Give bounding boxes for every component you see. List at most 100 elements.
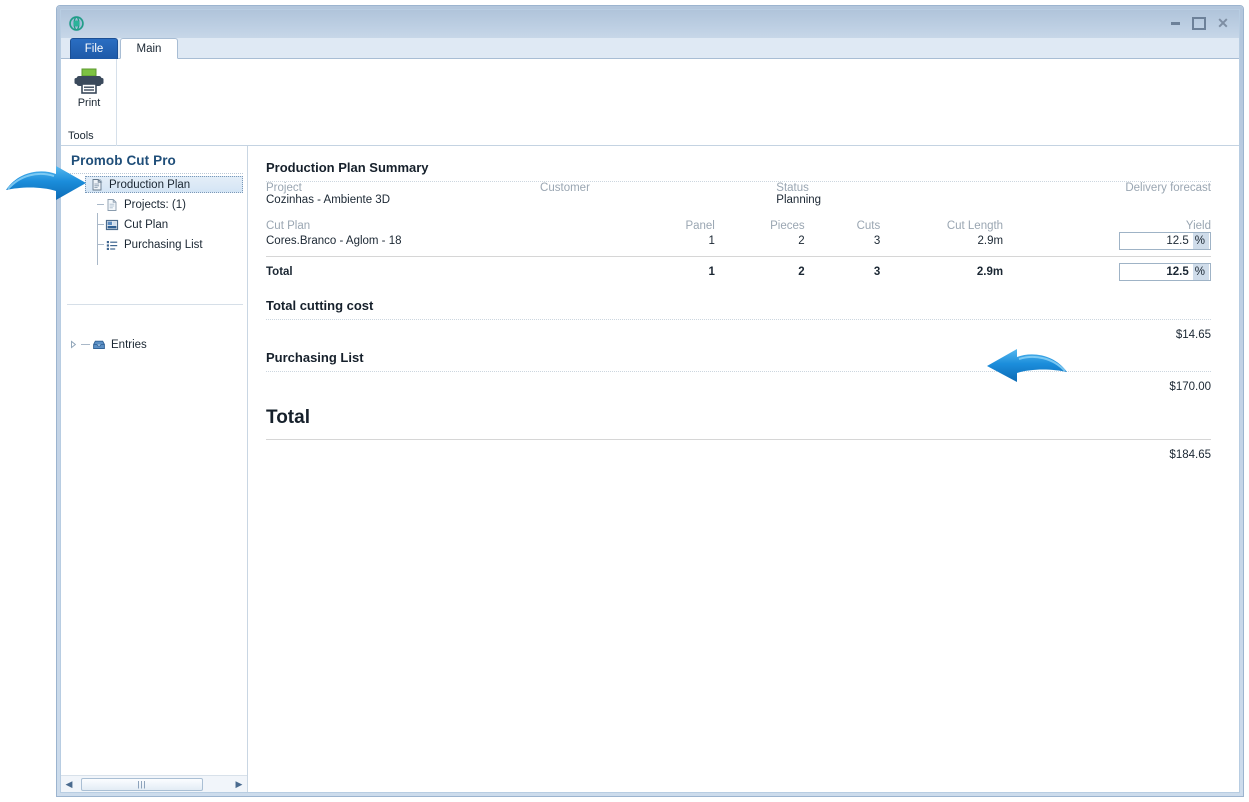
scrollbar-thumb[interactable]: |||	[81, 777, 203, 791]
globe-icon	[68, 15, 85, 32]
column-header-panel: Panel	[685, 220, 715, 232]
cut-plan-total-label: Total	[266, 265, 293, 278]
ribbon-body: Print Tools	[61, 59, 1239, 146]
inbox-icon	[92, 338, 106, 352]
printer-icon	[74, 67, 104, 95]
scrollbar-track[interactable]: |||	[77, 777, 231, 792]
tab-main[interactable]: Main	[120, 38, 178, 59]
customer-value	[540, 194, 776, 206]
cut-plan-table: Cut Plan Panel Pieces Cuts Cut Length Yi…	[266, 220, 1211, 281]
document-stack-icon	[90, 178, 104, 192]
minimize-icon[interactable]	[1167, 16, 1183, 30]
sidebar-item-production-plan-label: Production Plan	[109, 178, 191, 191]
maximize-icon[interactable]	[1191, 16, 1207, 30]
sidebar-item-entries-label: Entries	[111, 338, 147, 351]
cut-plan-total-cut-length: 2.9m	[976, 265, 1004, 278]
column-header-project: Project	[266, 182, 302, 194]
column-header-cut-length: Cut Length	[946, 220, 1004, 232]
project-name-value: Cozinhas - Ambiente 3D	[266, 194, 391, 206]
cut-plan-name: Cores.Branco - Aglom - 18	[266, 235, 402, 247]
tree-connector-purchasing-list	[97, 244, 104, 245]
sidebar-item-production-plan[interactable]: Production Plan	[85, 176, 243, 193]
tree-connector-projects	[97, 204, 104, 205]
cut-plan-total-yield-cell: 12.5 %	[1003, 256, 1211, 281]
cut-plan-total-cuts: 3	[873, 265, 881, 278]
column-header-cuts: Cuts	[856, 220, 881, 232]
window-inner: ✕ File Main Print Tools Promob Cut Pro P…	[60, 9, 1240, 793]
scrollbar-grip: |||	[137, 779, 147, 789]
page-title: Production Plan Summary	[266, 160, 429, 175]
column-header-yield: Yield	[1185, 220, 1211, 232]
cut-plan-total-pieces: 2	[798, 265, 805, 278]
ribbon: File Main Print Tools	[61, 38, 1239, 146]
tree-connector-entries	[81, 344, 90, 345]
cut-plan-pieces: 2	[798, 235, 805, 247]
close-icon[interactable]: ✕	[1215, 16, 1231, 30]
status-value: Planning	[776, 194, 822, 206]
cut-plan-header-row: Cut Plan Panel Pieces Cuts Cut Length Yi…	[266, 220, 1211, 232]
arrow-left-icon[interactable]: ◀	[61, 777, 77, 792]
content-pane: Production Plan Summary Project Customer…	[249, 146, 1239, 792]
content-inner: Production Plan Summary Project Customer…	[266, 146, 1211, 461]
sidebar-horizontal-scrollbar[interactable]: ◀ ||| ▶	[61, 775, 247, 792]
tab-file-label: File	[84, 43, 104, 55]
sidebar-title: Promob Cut Pro	[71, 153, 176, 168]
column-header-status: Status	[776, 182, 809, 194]
panel-layout-icon	[105, 218, 119, 232]
cut-plan-cut-length: 2.9m	[977, 235, 1004, 247]
sidebar-divider	[67, 304, 243, 305]
cut-plan-total-row: Total 1 2 3 2.9m 12.5 %	[266, 256, 1211, 281]
navigation-tree: Production Plan Projects: (1) Cut Plan P…	[61, 176, 247, 351]
sidebar-item-cut-plan-label: Cut Plan	[124, 218, 169, 231]
tab-file[interactable]: File	[70, 38, 118, 59]
yield-total-value: 12.5	[1166, 265, 1189, 278]
sidebar-item-purchasing-list[interactable]: Purchasing List	[61, 236, 247, 253]
project-info-header-row: Project Customer Status Delivery forecas…	[266, 182, 1211, 194]
application-window: ✕ File Main Print Tools Promob Cut Pro P…	[56, 5, 1244, 797]
sidebar-item-cut-plan[interactable]: Cut Plan	[61, 216, 247, 233]
total-cutting-cost-label: Total cutting cost	[266, 297, 374, 313]
purchasing-list-label: Purchasing List	[266, 349, 364, 365]
cut-plan-yield-cell: 12.5 %	[1003, 232, 1211, 250]
window-controls: ✕	[1167, 16, 1231, 30]
print-button-label: Print	[77, 97, 101, 109]
cut-plan-total-panel: 1	[708, 265, 715, 278]
sidebar-item-purchasing-list-label: Purchasing List	[124, 238, 203, 251]
column-header-customer: Customer	[540, 182, 590, 194]
sidebar: Promob Cut Pro Production Plan Projects:…	[61, 146, 248, 792]
grand-total-label: Total	[266, 406, 310, 428]
main-body: Promob Cut Pro Production Plan Projects:…	[61, 146, 1239, 792]
delivery-forecast-value	[984, 194, 1211, 206]
column-header-cut-plan: Cut Plan	[266, 220, 311, 232]
sidebar-item-entries[interactable]: Entries	[61, 336, 147, 353]
yield-value: 12.5	[1166, 235, 1189, 247]
page-icon	[105, 198, 119, 212]
yield-total-unit: %	[1192, 263, 1209, 280]
print-button[interactable]: Print	[68, 64, 110, 120]
cut-plan-panel: 1	[708, 235, 715, 247]
yield-input[interactable]: 12.5 %	[1119, 232, 1211, 250]
table-row: Cores.Branco - Aglom - 18 1 2 3 2.9m 12.…	[266, 232, 1211, 250]
ribbon-group-tools: Print Tools	[61, 59, 117, 146]
yield-unit: %	[1192, 233, 1209, 249]
sidebar-item-projects[interactable]: Projects: (1)	[61, 196, 247, 213]
chevron-right-icon[interactable]	[69, 340, 78, 349]
column-header-delivery-forecast: Delivery forecast	[1125, 182, 1211, 194]
column-header-pieces: Pieces	[770, 220, 805, 232]
grand-total-amount: $184.65	[1169, 448, 1211, 461]
yield-total-input[interactable]: 12.5 %	[1119, 262, 1211, 281]
project-info-table: Project Customer Status Delivery forecas…	[266, 182, 1211, 206]
cut-plan-cuts: 3	[873, 235, 881, 247]
project-info-row: Cozinhas - Ambiente 3D Planning	[266, 194, 1211, 206]
sidebar-title-divider	[67, 173, 243, 174]
purchasing-list-amount: $170.00	[1169, 380, 1211, 393]
arrow-right-icon[interactable]: ▶	[231, 777, 247, 792]
ribbon-group-label: Tools	[68, 130, 94, 142]
title-bar[interactable]: ✕	[61, 10, 1239, 38]
bullet-list-icon	[105, 238, 119, 252]
sidebar-item-projects-label: Projects: (1)	[124, 198, 186, 211]
screen: ✕ File Main Print Tools Promob Cut Pro P…	[0, 0, 1249, 802]
tree-connector-cut-plan	[97, 224, 104, 225]
tab-main-label: Main	[136, 42, 162, 55]
ribbon-tabstrip: File Main	[61, 38, 1239, 59]
